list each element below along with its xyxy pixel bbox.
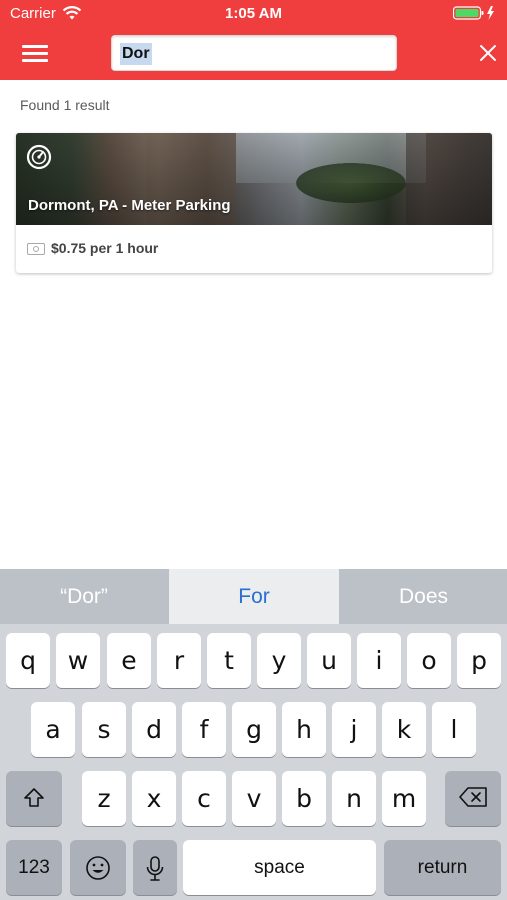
search-input-value: Dor <box>120 43 152 65</box>
navigation-bar: Dor <box>0 28 507 80</box>
key-y[interactable]: y <box>257 633 301 688</box>
app-screen: Carrier 1:05 AM Dor Found 1 result Dormo… <box>0 0 507 900</box>
hamburger-menu-icon <box>22 45 48 48</box>
rate-text: $0.75 per 1 hour <box>51 240 159 256</box>
key-i[interactable]: i <box>357 633 401 688</box>
return-key[interactable]: return <box>384 840 501 895</box>
backspace-icon <box>459 787 487 807</box>
search-input[interactable]: Dor <box>111 35 397 71</box>
key-c[interactable]: c <box>182 771 226 826</box>
predictive-bar: “Dor” For Does <box>0 569 507 624</box>
key-v[interactable]: v <box>232 771 276 826</box>
dictation-key[interactable] <box>133 840 177 895</box>
result-card[interactable]: Dormont, PA - Meter Parking $0.75 per 1 … <box>16 133 492 273</box>
key-b[interactable]: b <box>282 771 326 826</box>
suggestion-does[interactable]: Does <box>340 569 507 624</box>
key-t[interactable]: t <box>207 633 251 688</box>
key-l[interactable]: l <box>432 702 476 757</box>
key-n[interactable]: n <box>332 771 376 826</box>
key-f[interactable]: f <box>182 702 226 757</box>
space-key[interactable]: space <box>183 840 376 895</box>
key-j[interactable]: j <box>332 702 376 757</box>
key-x[interactable]: x <box>132 771 176 826</box>
key-s[interactable]: s <box>82 702 126 757</box>
key-o[interactable]: o <box>407 633 451 688</box>
key-w[interactable]: w <box>56 633 100 688</box>
key-a[interactable]: a <box>31 702 75 757</box>
emoji-icon <box>86 856 110 880</box>
key-d[interactable]: d <box>132 702 176 757</box>
emoji-key[interactable] <box>70 840 126 895</box>
status-bar: Carrier 1:05 AM <box>0 0 507 28</box>
menu-button[interactable] <box>20 42 50 66</box>
key-m[interactable]: m <box>382 771 426 826</box>
key-r[interactable]: r <box>157 633 201 688</box>
key-k[interactable]: k <box>382 702 426 757</box>
key-z[interactable]: z <box>82 771 126 826</box>
cash-icon <box>27 243 45 255</box>
key-q[interactable]: q <box>6 633 50 688</box>
parking-meter-icon <box>26 144 52 170</box>
key-e[interactable]: e <box>107 633 151 688</box>
keyboard: “Dor” For Does q w e r t y u i o p a s d… <box>0 569 507 900</box>
key-h[interactable]: h <box>282 702 326 757</box>
delete-key[interactable] <box>445 771 501 826</box>
key-p[interactable]: p <box>457 633 501 688</box>
key-g[interactable]: g <box>232 702 276 757</box>
microphone-icon <box>146 856 164 881</box>
shift-icon <box>24 788 44 807</box>
suggestion-for[interactable]: For <box>169 569 339 624</box>
shift-key[interactable] <box>6 771 62 826</box>
suggestion-literal[interactable]: “Dor” <box>0 569 168 624</box>
numbers-key[interactable]: 123 <box>6 840 62 895</box>
location-title: Dormont, PA - Meter Parking <box>28 197 231 214</box>
clock: 1:05 AM <box>225 5 282 22</box>
result-count: Found 1 result <box>20 97 110 113</box>
key-u[interactable]: u <box>307 633 351 688</box>
battery-icon <box>453 6 494 20</box>
close-icon[interactable] <box>476 41 500 65</box>
